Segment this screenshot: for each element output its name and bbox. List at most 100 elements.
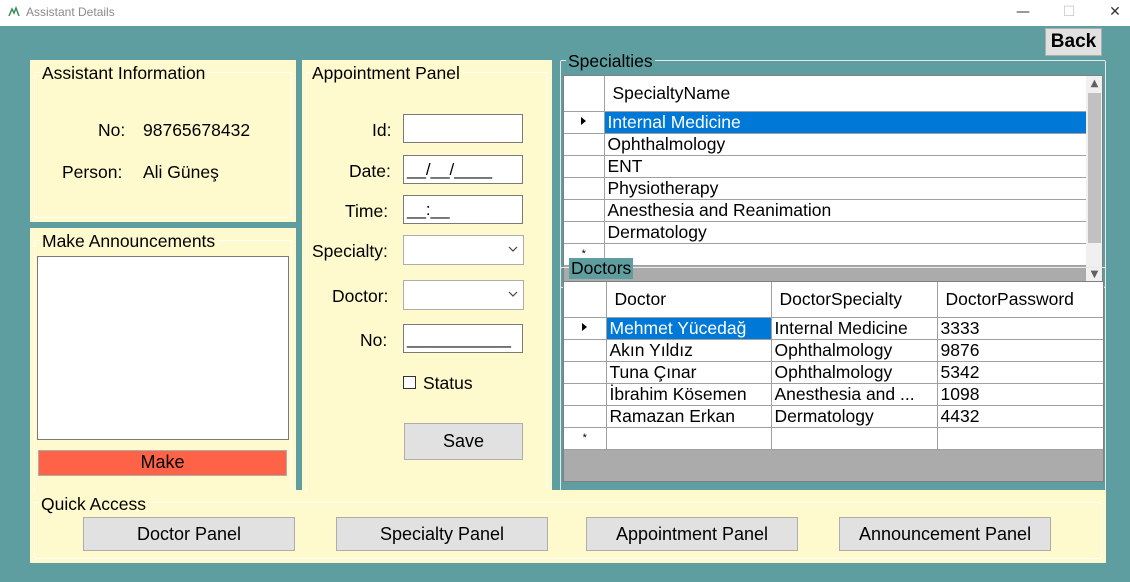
current-row-arrow-icon [581, 117, 587, 125]
close-button[interactable]: ✕ [1092, 2, 1130, 24]
new-row[interactable]: * [564, 427, 1103, 450]
window-title: Assistant Details [26, 5, 115, 19]
new-row[interactable]: * [564, 243, 1087, 266]
title-bar: Assistant Details — ☐ ✕ [0, 0, 1130, 26]
date-input[interactable]: __/__/____ [403, 155, 523, 184]
save-button[interactable]: Save [404, 423, 523, 460]
row-header[interactable] [564, 317, 607, 340]
table-cell[interactable]: Ophthalmology [604, 133, 1087, 156]
minimize-button[interactable]: — [1000, 2, 1046, 24]
assistant-person-value: Ali Güneş [143, 162, 219, 182]
table-cell[interactable]: Internal Medicine [604, 111, 1087, 134]
doctors-header-row: Doctor DoctorSpecialty DoctorPassword [564, 282, 1103, 318]
row-header[interactable] [564, 111, 605, 134]
doctors-grid[interactable]: Doctor DoctorSpecialty DoctorPassword Me… [563, 281, 1104, 482]
date-label: Date: [349, 161, 391, 181]
doctor-panel-button[interactable]: Doctor Panel [83, 517, 295, 551]
table-cell[interactable]: 3333 [937, 317, 1103, 340]
table-row[interactable]: Internal Medicine [564, 111, 1087, 134]
row-header[interactable] [564, 155, 605, 178]
table-cell[interactable]: Akın Yıldız [606, 339, 772, 362]
table-cell[interactable]: 4432 [937, 405, 1103, 428]
time-input[interactable]: __:__ [403, 195, 523, 224]
make-announcement-button[interactable]: Make [38, 450, 287, 476]
table-cell[interactable]: Ophthalmology [771, 361, 938, 384]
specialties-grid[interactable]: SpecialtyName Internal Medicine Ophthalm… [563, 75, 1103, 284]
specialty-dropdown[interactable] [403, 235, 524, 265]
table-cell[interactable]: Dermatology [604, 221, 1087, 244]
quick-access-panel: Quick Access Doctor Panel Specialty Pane… [30, 490, 1106, 563]
scroll-up-icon[interactable]: ▲ [1086, 76, 1102, 92]
table-row[interactable]: Tuna Çınar Ophthalmology 5342 [564, 361, 1103, 384]
doctor-dropdown[interactable] [403, 280, 524, 310]
current-row-arrow-icon [582, 323, 588, 331]
row-header[interactable] [564, 361, 607, 384]
row-header-corner [564, 76, 605, 112]
table-row[interactable]: İbrahim Kösemen Anesthesia and ... 1098 [564, 383, 1103, 406]
id-input[interactable] [403, 114, 523, 143]
table-cell[interactable]: 9876 [937, 339, 1103, 362]
chevron-down-icon [508, 291, 518, 297]
row-header[interactable] [564, 133, 605, 156]
specialty-panel-button[interactable]: Specialty Panel [336, 517, 548, 551]
row-header[interactable] [564, 405, 607, 428]
assistant-no-label: No: [98, 120, 126, 140]
announcement-textarea[interactable] [37, 256, 289, 440]
row-header[interactable] [564, 199, 605, 222]
specialties-scrollbar[interactable]: ▲ ▼ [1086, 76, 1102, 283]
table-cell[interactable] [604, 243, 1087, 266]
table-cell[interactable]: Tuna Çınar [606, 361, 772, 384]
table-cell[interactable]: 1098 [937, 383, 1103, 406]
table-cell[interactable]: Internal Medicine [771, 317, 938, 340]
table-cell[interactable] [937, 427, 1103, 450]
table-row[interactable]: Dermatology [564, 221, 1087, 244]
table-cell[interactable] [606, 427, 772, 450]
back-button[interactable]: Back [1045, 28, 1102, 56]
table-cell[interactable]: Mehmet Yücedağ [606, 317, 772, 340]
table-row[interactable]: Mehmet Yücedağ Internal Medicine 3333 [564, 317, 1103, 340]
row-header[interactable] [564, 177, 605, 200]
appointment-panel-button[interactable]: Appointment Panel [586, 517, 798, 551]
table-cell[interactable]: 5342 [937, 361, 1103, 384]
row-header[interactable] [564, 339, 607, 362]
table-row[interactable]: Ophthalmology [564, 133, 1087, 156]
table-cell[interactable]: Anesthesia and Reanimation [604, 199, 1087, 222]
table-cell[interactable]: Dermatology [771, 405, 938, 428]
table-row[interactable]: Physiotherapy [564, 177, 1087, 200]
new-row-marker: * [564, 427, 607, 450]
table-row[interactable]: Ramazan Erkan Dermatology 4432 [564, 405, 1103, 428]
table-row[interactable]: Akın Yıldız Ophthalmology 9876 [564, 339, 1103, 362]
table-cell[interactable]: Physiotherapy [604, 177, 1087, 200]
appointment-no-label: No: [360, 330, 388, 350]
announcement-panel-button[interactable]: Announcement Panel [839, 517, 1051, 551]
app-icon [8, 6, 20, 17]
doctor-label: Doctor: [332, 286, 389, 306]
id-label: Id: [372, 120, 392, 140]
form-client-area: Back Assistant Information No: 987656784… [0, 26, 1130, 582]
status-checkbox[interactable] [403, 376, 416, 389]
column-header-specialtyname[interactable]: SpecialtyName [604, 76, 1087, 112]
chevron-down-icon [508, 246, 518, 252]
appointment-no-input[interactable]: ___________ [403, 324, 523, 353]
specialties-header-row: SpecialtyName [564, 76, 1087, 112]
column-header-doctor[interactable]: Doctor [606, 282, 772, 318]
doctors-table: Doctor DoctorSpecialty DoctorPassword Me… [564, 282, 1103, 450]
table-cell[interactable]: Ophthalmology [771, 339, 938, 362]
scroll-thumb[interactable] [1088, 93, 1101, 243]
table-row[interactable]: Anesthesia and Reanimation [564, 199, 1087, 222]
doctors-title: Doctors [569, 258, 634, 279]
table-cell[interactable]: ENT [604, 155, 1087, 178]
maximize-button[interactable]: ☐ [1046, 2, 1092, 24]
table-row[interactable]: ENT [564, 155, 1087, 178]
table-cell[interactable]: Anesthesia and ... [771, 383, 938, 406]
row-header[interactable] [564, 221, 605, 244]
table-cell[interactable] [771, 427, 938, 450]
specialty-label: Specialty: [312, 241, 388, 261]
appointment-panel: Appointment Panel Id: Date: __/__/____ T… [302, 60, 552, 511]
table-cell[interactable]: İbrahim Kösemen [606, 383, 772, 406]
column-header-doctorpassword[interactable]: DoctorPassword [937, 282, 1103, 318]
table-cell[interactable]: Ramazan Erkan [606, 405, 772, 428]
announcements-title: Make Announcements [40, 231, 218, 252]
row-header[interactable] [564, 383, 607, 406]
column-header-doctorspecialty[interactable]: DoctorSpecialty [771, 282, 938, 318]
